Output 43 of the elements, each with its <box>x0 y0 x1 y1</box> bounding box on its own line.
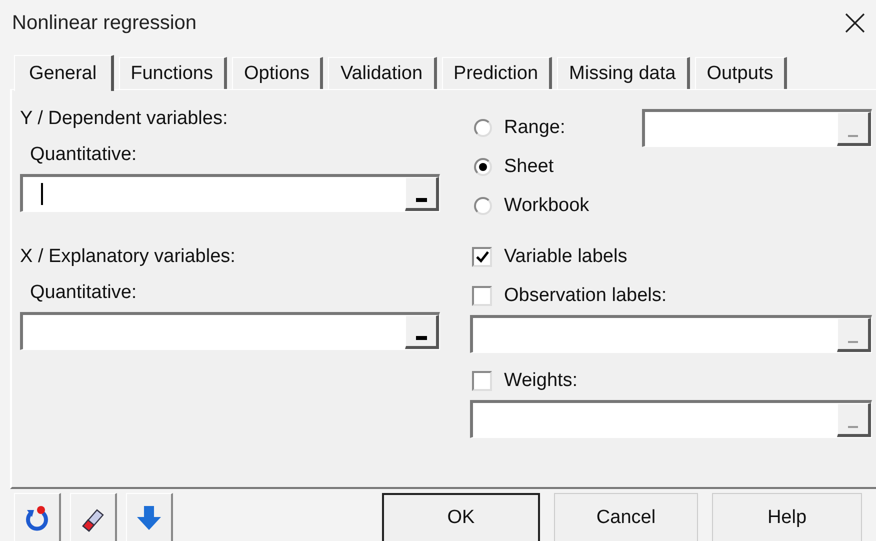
section-heading: X / Explanatory variables: <box>20 246 236 268</box>
radio-button[interactable] <box>474 196 492 214</box>
dash-icon <box>848 341 858 343</box>
section-heading: Y / Dependent variables: <box>20 108 229 130</box>
checkmark-icon <box>476 250 488 262</box>
down-arrow-icon <box>136 504 162 532</box>
tab[interactable]: Prediction <box>442 57 552 89</box>
radio-label: Range: <box>504 116 566 138</box>
radio-button[interactable] <box>474 158 492 176</box>
input-field[interactable] <box>20 312 440 350</box>
dash-icon <box>416 336 426 340</box>
tab[interactable]: General <box>14 55 114 91</box>
text-cursor <box>41 183 43 205</box>
dash-icon <box>416 198 426 202</box>
toolbar-button[interactable] <box>14 493 61 541</box>
dash-icon <box>848 426 858 428</box>
checkbox-label: Observation labels: <box>504 284 667 306</box>
tab[interactable]: Options <box>232 57 324 89</box>
close-icon[interactable] <box>844 12 866 34</box>
window-title: Nonlinear regression <box>12 12 197 34</box>
tab[interactable]: Missing data <box>557 57 690 89</box>
toolbar-button[interactable] <box>70 493 117 541</box>
radio-label: Sheet <box>504 156 554 178</box>
dialog-button[interactable]: Cancel <box>554 493 698 541</box>
input-field[interactable] <box>20 174 440 212</box>
browse-button[interactable] <box>405 315 439 349</box>
checkbox-label: Weights: <box>504 370 578 392</box>
dialog-button[interactable]: OK <box>382 493 540 541</box>
radio-label: Workbook <box>504 194 590 216</box>
checkbox-label: Variable labels <box>504 246 628 268</box>
dash-icon <box>848 134 858 136</box>
dialog-button[interactable]: Help <box>712 493 862 541</box>
checkbox[interactable] <box>472 246 492 266</box>
browse-button[interactable] <box>405 177 439 211</box>
field-label: Quantitative: <box>30 144 138 166</box>
checkbox[interactable] <box>472 370 492 390</box>
tab[interactable]: Functions <box>118 57 227 89</box>
circular-arrow-icon <box>24 504 50 532</box>
tab[interactable]: Outputs <box>694 57 788 89</box>
tab[interactable]: Validation <box>328 57 437 89</box>
checkbox[interactable] <box>472 286 492 306</box>
field-label: Quantitative: <box>30 282 138 304</box>
radio-button[interactable] <box>474 118 492 136</box>
